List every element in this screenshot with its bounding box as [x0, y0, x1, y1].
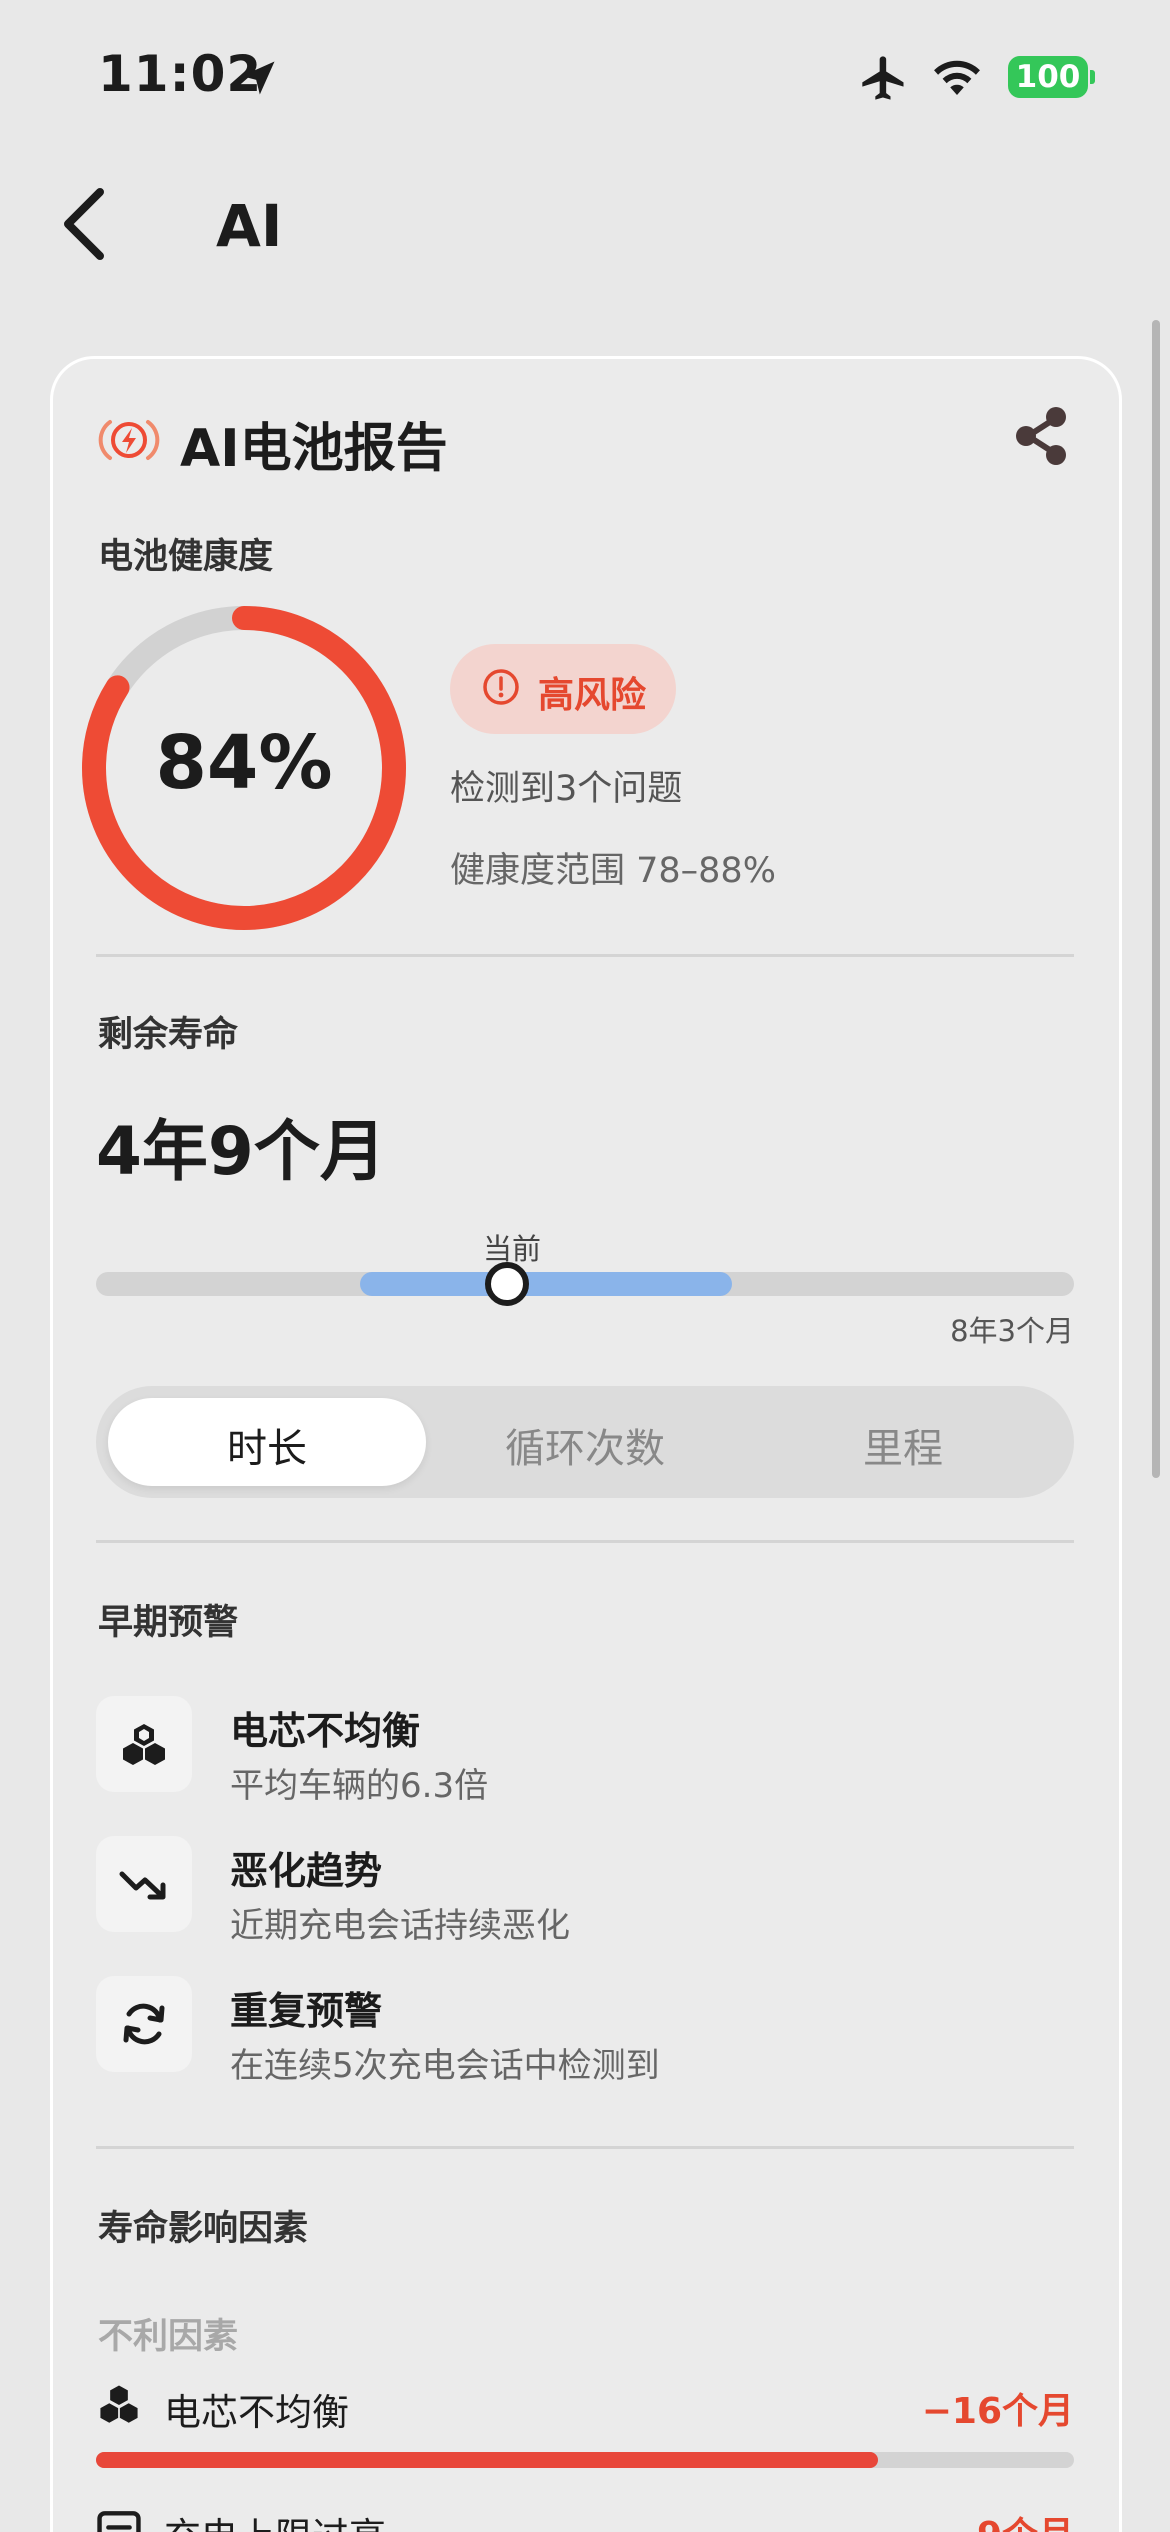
charge-limit-icon	[97, 2511, 141, 2532]
page-title: AI	[216, 192, 283, 260]
tab-duration[interactable]: 时长	[108, 1416, 426, 1474]
remaining-life-value: 4年9个月	[96, 1113, 386, 1190]
warning-icon-box	[96, 1836, 192, 1932]
airplane-mode-icon	[862, 56, 904, 100]
divider	[96, 2146, 1074, 2149]
life-factors-label: 寿命影响因素	[98, 2209, 309, 2249]
warning-icon-box	[96, 1976, 192, 2072]
current-marker[interactable]	[484, 1262, 529, 1306]
alert-circle-icon	[483, 669, 519, 705]
trend-down-icon	[119, 1871, 166, 1900]
cells-icon	[123, 1724, 165, 1765]
health-value: 84%	[155, 720, 333, 806]
risk-label: 高风险	[538, 675, 647, 716]
health-label: 电池健康度	[98, 537, 274, 577]
factor-value: −16个月	[921, 2391, 1074, 2432]
warning-icon-box	[96, 1696, 192, 1792]
warning-title: 重复预警	[230, 1989, 383, 2033]
share-icon[interactable]	[1010, 402, 1074, 470]
tab-mileage[interactable]: 里程	[744, 1416, 1062, 1474]
life-estimate-range	[360, 1272, 732, 1296]
status-bar: 11:02 100	[0, 0, 1170, 150]
factor-impact-bar	[96, 2452, 879, 2468]
divider	[96, 1540, 1074, 1543]
back-button[interactable]	[56, 186, 116, 262]
negative-factors-label: 不利因素	[98, 2317, 239, 2357]
repeat-icon	[123, 2003, 165, 2045]
warning-desc: 近期充电会话持续恶化	[230, 1906, 570, 1946]
wifi-icon	[934, 60, 980, 95]
factor-value: −9个月	[860, 2506, 1074, 2532]
cells-icon	[100, 2385, 138, 2423]
warning-title: 电芯不均衡	[230, 1709, 421, 1753]
remaining-life-label: 剩余寿命	[98, 1015, 239, 1055]
max-life-label: 8年3个月	[950, 1314, 1074, 1348]
warning-desc: 在连续5次充电会话中检测到	[230, 2046, 660, 2086]
factor-name: 电芯不均衡	[164, 2391, 349, 2434]
battery-indicator: 100	[1008, 56, 1088, 98]
issues-count: 检测到3个问题	[450, 769, 683, 809]
early-warning-label: 早期预警	[98, 1603, 239, 1643]
battery-nub	[1090, 70, 1095, 84]
health-range: 健康度范围 78–88%	[450, 851, 776, 891]
location-arrow-icon	[241, 61, 275, 95]
warning-desc: 平均车辆的6.3倍	[230, 1766, 489, 1806]
report-title: AI电池报告	[180, 419, 448, 479]
tab-cycles[interactable]: 循环次数	[426, 1416, 744, 1474]
warning-title: 恶化趋势	[230, 1849, 383, 1893]
factor-name: 充电上限过高	[164, 2506, 386, 2532]
divider	[96, 954, 1074, 957]
battery-ai-icon	[98, 420, 160, 460]
scrollbar[interactable]	[1152, 320, 1160, 1478]
